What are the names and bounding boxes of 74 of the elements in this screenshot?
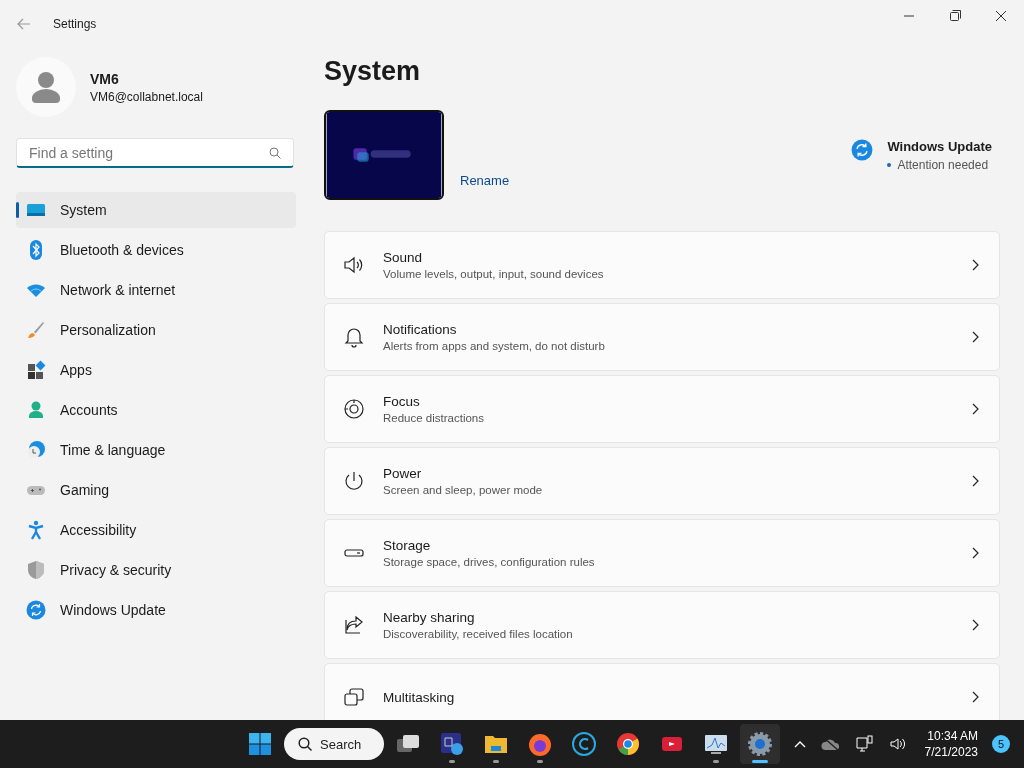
power-icon [343,470,365,492]
account-email: VM6@collabnet.local [90,89,203,104]
update-icon [26,600,46,620]
card-description: Screen and sleep, power mode [383,484,544,496]
nav-item[interactable]: System [16,192,296,228]
notification-badge[interactable]: 5 [992,735,1010,753]
chevron-up-icon[interactable] [792,739,807,749]
chevron-icon [972,403,979,415]
sharing-icon [343,614,365,636]
card-title: Nearby sharing [383,610,476,625]
search-field[interactable]: Find a setting [16,138,294,168]
notifications-icon [343,326,365,348]
rename-link[interactable]: Rename [460,173,510,188]
apps-icon [26,360,46,380]
settings-card[interactable]: Storage Storage space, drives, configuration rules [324,519,1000,587]
nav-item[interactable]: Apps [16,352,296,388]
settings-taskbar-icon[interactable] [740,724,780,764]
nav-item[interactable]: Accessibility [16,512,296,548]
clock[interactable]: 10:34 AM 7/21/2023 [924,729,978,759]
chevron-icon [972,691,979,703]
focus-icon [343,398,365,420]
card-title: Notifications [383,322,458,337]
nav-item[interactable]: Personalization [16,312,296,348]
update-icon [851,138,874,161]
settings-card[interactable]: Multitasking [324,663,1000,720]
accounts-icon [26,400,46,420]
back-icon[interactable] [17,18,31,30]
search-input[interactable]: Find a setting [27,143,269,162]
nav-item[interactable]: Windows Update [16,592,296,628]
chevron-icon [972,259,979,271]
chevron-icon [972,619,979,631]
nav-item[interactable]: Gaming [16,472,296,508]
settings-card[interactable]: Focus Reduce distractions [324,375,1000,443]
multitasking-icon [343,686,365,708]
volume-icon[interactable] [888,736,907,752]
accessibility-icon [26,520,46,540]
chevron-icon [972,547,979,559]
window-title: Settings [53,17,97,31]
card-title: Power [383,466,423,481]
status-dot [887,162,892,167]
search-icon [269,146,281,159]
search-button[interactable]: Search [284,728,384,760]
card-description: Storage space, drives, configuration rules [383,556,596,568]
chevron-icon [972,475,979,487]
card-title: Sound [383,250,424,265]
update-status: Attention needed [897,157,989,172]
card-title: Focus [383,394,421,409]
card-title: Storage [383,538,432,553]
avatar-icon [16,57,76,117]
nav-item[interactable]: Time & language [16,432,296,468]
network-icon[interactable] [854,735,875,753]
card-description: Volume levels, output, input, sound devices [383,268,605,280]
nav-item[interactable]: Network & internet [16,272,296,308]
nav-item[interactable]: Privacy & security [16,552,296,588]
nav-item[interactable]: Bluetooth & devices [16,232,296,268]
settings-card[interactable]: Notifications Alerts from apps and system, do not disturb [324,303,1000,371]
page-title: System [324,56,422,87]
account-name: VM6 [90,70,120,87]
sound-icon [343,254,365,276]
privacy-icon [26,560,46,580]
card-description: Discoverability, received files location [383,628,574,640]
search-icon [298,737,312,751]
card-description: Alerts from apps and system, do not disturb [383,340,606,352]
settings-card[interactable]: Sound Volume levels, output, input, sound devices [324,231,1000,299]
personalization-icon [26,320,46,340]
cloud-off-icon[interactable] [820,736,841,752]
card-description: Reduce distractions [383,412,485,424]
chevron-icon [972,331,979,343]
card-title: Multitasking [383,689,456,705]
settings-card[interactable]: Power Screen and sleep, power mode [324,447,1000,515]
update-title: Windows Update [887,138,992,154]
time-icon [26,440,46,460]
settings-card[interactable]: Nearby sharing Discoverability, received files location [324,591,1000,659]
nav-item[interactable]: Accounts [16,392,296,428]
